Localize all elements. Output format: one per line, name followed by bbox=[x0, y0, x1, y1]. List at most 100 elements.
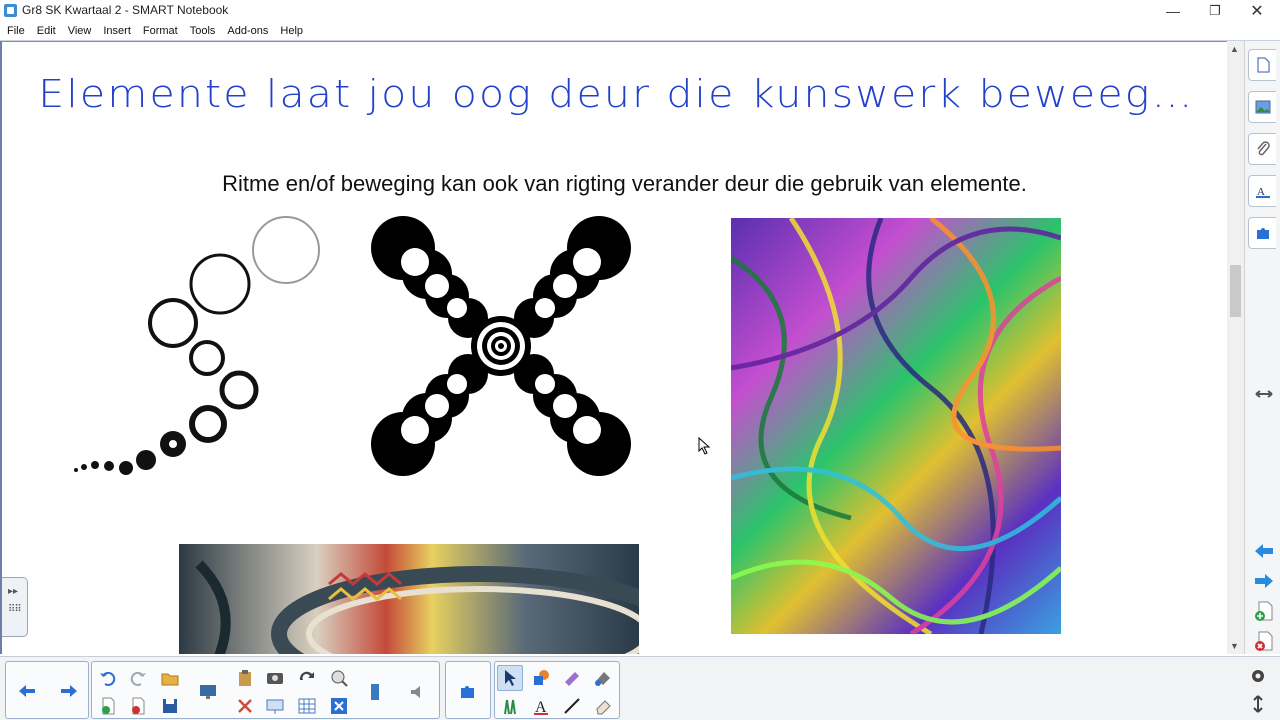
gallery-icon bbox=[1255, 100, 1270, 114]
properties-tab[interactable]: A bbox=[1248, 175, 1276, 207]
smart-notebook-window: { "window": { "title": "Gr8 SK Kwartaal … bbox=[0, 0, 1280, 720]
paste-button[interactable] bbox=[232, 665, 258, 691]
save-icon bbox=[163, 699, 177, 713]
attachments-icon bbox=[1256, 141, 1270, 156]
undo-icon bbox=[100, 671, 116, 686]
bottom-toolbar: A bbox=[0, 656, 1280, 720]
tools-group: A bbox=[494, 661, 620, 719]
gallery-tab[interactable] bbox=[1248, 91, 1276, 123]
minimize-button[interactable]: — bbox=[1152, 0, 1194, 22]
line-icon bbox=[564, 698, 580, 714]
open-button[interactable] bbox=[157, 665, 183, 691]
delete-page-button[interactable] bbox=[125, 693, 151, 719]
eraser-button[interactable] bbox=[590, 693, 616, 719]
window-title: Gr8 SK Kwartaal 2 - SMART Notebook bbox=[22, 3, 229, 17]
insert-page-button[interactable] bbox=[95, 693, 121, 719]
redo-icon bbox=[130, 671, 146, 686]
side-panel: A bbox=[1244, 41, 1280, 654]
add-ons-group bbox=[445, 661, 491, 719]
insert-page-icon bbox=[102, 697, 115, 715]
customize-toolbar-button[interactable] bbox=[1245, 663, 1271, 689]
toolbar-previous-page-button[interactable] bbox=[14, 678, 40, 704]
scroll-down-icon[interactable]: ▼ bbox=[1230, 641, 1239, 651]
page-title[interactable]: Elemente laat jou oog deur die kunswerk … bbox=[2, 72, 1229, 116]
properties-icon: A bbox=[1255, 186, 1270, 198]
menu-format[interactable]: Format bbox=[137, 22, 184, 40]
add-ons-icon bbox=[1256, 228, 1269, 239]
menu-insert[interactable]: Insert bbox=[97, 22, 137, 40]
x-circles-image[interactable] bbox=[367, 212, 642, 482]
undo-button[interactable] bbox=[95, 665, 121, 691]
screen-view-button[interactable] bbox=[262, 693, 288, 719]
screen-shade-icon bbox=[200, 685, 216, 699]
next-page-icon bbox=[61, 685, 77, 697]
menu-help[interactable]: Help bbox=[274, 22, 309, 40]
audio-icon bbox=[411, 686, 420, 698]
eraser-icon bbox=[596, 700, 611, 715]
colorful-spiral-artwork-image[interactable] bbox=[731, 218, 1061, 634]
full-screen-button[interactable] bbox=[294, 665, 320, 691]
delete-page-icon[interactable] bbox=[1253, 630, 1275, 652]
restore-button[interactable]: ❐ bbox=[1194, 0, 1236, 22]
show-side-panel-tab[interactable]: ▸▸ ⠿⠿ bbox=[2, 577, 28, 637]
menu-view[interactable]: View bbox=[62, 22, 98, 40]
previous-page-icon[interactable] bbox=[1253, 540, 1275, 562]
capture-icon bbox=[267, 673, 283, 684]
table-button[interactable] bbox=[294, 693, 320, 719]
magic-pen-button[interactable] bbox=[559, 665, 585, 691]
move-toolbar-button[interactable] bbox=[1245, 691, 1271, 717]
scroll-up-icon[interactable]: ▲ bbox=[1230, 44, 1239, 54]
menu-bar: File Edit View Insert Format Tools Add-o… bbox=[0, 22, 1280, 41]
title-bar: Gr8 SK Kwartaal 2 - SMART Notebook — ❐ ✕ bbox=[0, 0, 1280, 22]
select-button[interactable] bbox=[497, 665, 523, 691]
text-button[interactable]: A bbox=[528, 693, 554, 719]
table-icon bbox=[298, 698, 316, 714]
insert-tool-button[interactable] bbox=[362, 679, 388, 705]
fill-button[interactable] bbox=[590, 665, 616, 691]
move-panel-icon[interactable] bbox=[1253, 383, 1275, 405]
save-button[interactable] bbox=[157, 693, 183, 719]
next-page-icon[interactable] bbox=[1253, 570, 1275, 592]
page-sorter-icon bbox=[1256, 57, 1270, 73]
notebook-page-canvas[interactable]: Elemente laat jou oog deur die kunswerk … bbox=[0, 41, 1229, 654]
menu-file[interactable]: File bbox=[0, 22, 31, 40]
capture-button[interactable] bbox=[262, 665, 288, 691]
close-view-icon bbox=[331, 698, 347, 714]
doc-camera-icon bbox=[331, 670, 348, 687]
navigation-group bbox=[5, 661, 89, 719]
marbled-swirl-artwork-image[interactable] bbox=[179, 544, 639, 654]
paste-icon bbox=[239, 670, 251, 686]
pens-button[interactable] bbox=[497, 693, 523, 719]
redo-button[interactable] bbox=[125, 665, 151, 691]
shapes-button[interactable] bbox=[528, 665, 554, 691]
toolbar-add-ons-button[interactable] bbox=[455, 678, 481, 704]
add-ons-tab[interactable] bbox=[1248, 217, 1276, 249]
circles-rhythm-image[interactable] bbox=[67, 212, 332, 482]
pens-icon bbox=[504, 699, 516, 715]
menu-tools[interactable]: Tools bbox=[184, 22, 222, 40]
delete-button[interactable] bbox=[232, 693, 258, 719]
move-toolbar-icon bbox=[1253, 695, 1263, 713]
add-ons-icon bbox=[461, 686, 474, 698]
add-page-icon[interactable] bbox=[1253, 600, 1275, 622]
doc-camera-button[interactable] bbox=[326, 665, 352, 691]
menu-edit[interactable]: Edit bbox=[31, 22, 62, 40]
line-button[interactable] bbox=[559, 693, 585, 719]
open-icon bbox=[161, 673, 179, 686]
vertical-scrollbar[interactable]: ▲ ▼ bbox=[1227, 41, 1244, 654]
page-subtitle[interactable]: Ritme en/of beweging kan ook van rigting… bbox=[2, 171, 1229, 197]
close-view-button[interactable] bbox=[326, 693, 352, 719]
screen-shade-button[interactable] bbox=[195, 679, 221, 705]
mouse-pointer-icon bbox=[698, 437, 711, 455]
menu-add-ons[interactable]: Add-ons bbox=[221, 22, 274, 40]
scroll-thumb[interactable] bbox=[1230, 265, 1241, 317]
toolbar-next-page-button[interactable] bbox=[56, 678, 82, 704]
delete-icon bbox=[238, 699, 252, 713]
close-button[interactable]: ✕ bbox=[1236, 0, 1278, 22]
page-sorter-tab[interactable] bbox=[1248, 49, 1276, 81]
insert-tool-icon bbox=[371, 684, 379, 700]
audio-button[interactable] bbox=[405, 679, 431, 705]
previous-page-icon bbox=[19, 685, 35, 697]
magic-pen-icon bbox=[565, 672, 579, 686]
attachments-tab[interactable] bbox=[1248, 133, 1276, 165]
